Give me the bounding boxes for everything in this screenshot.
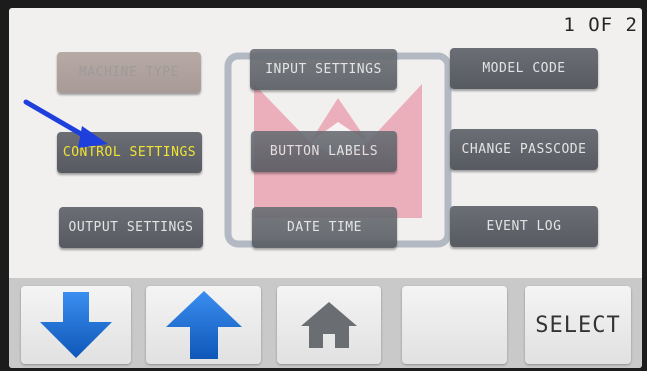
select-label: SELECT [535,312,621,338]
input-settings-button[interactable]: INPUT SETTINGS [250,49,397,90]
machine-type-button[interactable]: MACHINE TYPE [57,52,201,93]
model-code-label: MODEL CODE [482,61,566,76]
blank-button[interactable] [402,286,507,364]
pointer-arrow-icon [23,99,108,148]
output-settings-button[interactable]: OUTPUT SETTINGS [59,207,203,248]
event-log-button[interactable]: EVENT LOG [450,206,598,247]
button-labels-label: BUTTON LABELS [269,144,379,159]
model-code-button[interactable]: MODEL CODE [450,48,598,89]
event-log-label: EVENT LOG [486,219,562,234]
change-passcode-button[interactable]: CHANGE PASSCODE [450,129,598,170]
button-labels-button[interactable]: BUTTON LABELS [251,131,397,172]
input-settings-label: INPUT SETTINGS [265,62,382,77]
scroll-down-button[interactable] [21,286,131,364]
home-button[interactable] [277,286,381,364]
select-button[interactable]: SELECT [525,286,631,364]
home-icon [301,302,357,348]
date-time-button[interactable]: DATE TIME [252,207,397,248]
arrow-up-icon [165,291,242,359]
device-bezel: 1 OF 2 MACHINE TYPE INPUT SETTINGS MODEL… [0,0,647,371]
output-settings-label: OUTPUT SETTINGS [68,220,194,235]
arrow-down-icon [40,292,112,358]
scroll-up-button[interactable] [146,286,261,364]
navigation-bar: SELECT [9,278,642,368]
touch-screen: 1 OF 2 MACHINE TYPE INPUT SETTINGS MODEL… [9,8,642,368]
machine-type-label: MACHINE TYPE [79,65,179,80]
date-time-label: DATE TIME [287,220,362,235]
page-indicator: 1 OF 2 [563,14,638,36]
change-passcode-label: CHANGE PASSCODE [461,142,587,157]
